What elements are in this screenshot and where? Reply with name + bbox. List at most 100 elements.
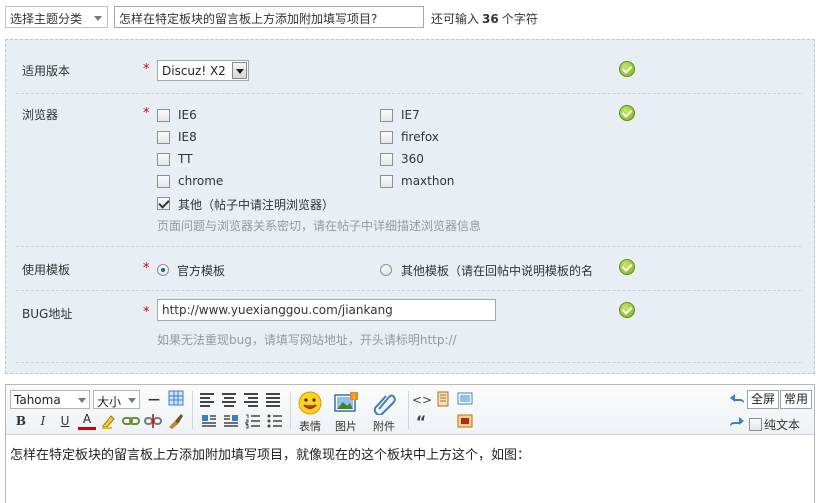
version-select[interactable]: Discuz! X2 <box>157 60 249 81</box>
toolbar-separator <box>290 391 291 429</box>
redo-icon[interactable] <box>728 414 746 432</box>
checkbox-ie8[interactable] <box>157 131 170 144</box>
remaining-prefix: 还可输入 <box>431 12 480 26</box>
version-select-value: Discuz! X2 <box>162 64 226 78</box>
checkbox-chrome[interactable] <box>157 175 170 188</box>
bug-url-input[interactable]: http://www.yuexianggou.com/jiankang <box>157 299 496 321</box>
required-mark: * <box>143 62 150 77</box>
chevron-down-icon[interactable] <box>232 62 247 79</box>
checkbox-ie6-label: IE6 <box>178 108 197 122</box>
checkbox-maxthon[interactable] <box>380 175 393 188</box>
undo-icon[interactable] <box>728 391 746 409</box>
remaining-count: 36 <box>482 12 499 26</box>
toolbar-separator <box>192 391 193 429</box>
required-mark: * <box>143 305 150 320</box>
toolbar-separator <box>408 391 409 429</box>
quote-button[interactable]: “ <box>412 413 430 431</box>
html-icon[interactable] <box>434 391 452 409</box>
checkbox-ie7[interactable] <box>380 109 393 122</box>
chevron-down-icon <box>78 398 86 403</box>
unlink-icon[interactable] <box>144 412 162 430</box>
radio-official-template-label: 官方模板 <box>177 264 226 278</box>
font-select[interactable]: Tahoma <box>10 390 90 409</box>
float-right-icon[interactable] <box>222 413 240 431</box>
align-center-icon[interactable] <box>222 391 236 409</box>
editor-toolbar: Tahoma 大小 — B I U A 表情 i 图片 附件 <> “ 全屏 常… <box>6 385 814 435</box>
post-editor: Tahoma 大小 — B I U A 表情 i 图片 附件 <> “ 全屏 常… <box>5 384 815 503</box>
checkbox-maxthon-label: maxthon <box>401 174 455 188</box>
fullscreen-button[interactable]: 全屏 <box>747 390 780 409</box>
remaining-chars: 还可输入 36 个字符 <box>431 10 538 27</box>
media-icon[interactable] <box>456 413 474 431</box>
remaining-suffix: 个字符 <box>501 12 538 26</box>
underline-button[interactable]: U <box>56 412 74 430</box>
browser-label: 浏览器 <box>22 108 59 122</box>
paperclip-icon <box>373 394 396 415</box>
common-button[interactable]: 常用 <box>780 390 813 409</box>
checkbox-tt-label: TT <box>178 152 193 166</box>
float-left-icon[interactable] <box>200 413 218 431</box>
required-mark: * <box>143 106 150 121</box>
ordered-list-icon[interactable] <box>244 413 262 431</box>
checkbox-360-label: 360 <box>401 152 424 166</box>
radio-official-template[interactable] <box>157 264 169 276</box>
editor-content[interactable]: 怎样在特定板块的留言板上方添加附加填写项目，就像现在的这个板块中上方这个，如图： <box>10 444 530 463</box>
checkbox-other-label: 其他（帖子中请注明浏览器） <box>178 198 335 212</box>
code-icon[interactable]: <> <box>412 391 432 409</box>
checkbox-other[interactable] <box>157 197 170 210</box>
table-icon[interactable] <box>167 390 185 408</box>
bug-url-row: BUG地址 * http://www.yuexianggou.com/jiank… <box>16 291 801 363</box>
chevron-down-icon <box>94 16 102 21</box>
bug-url-hint: 如果无法重现bug，请填写网站地址，开头请标明http:// <box>157 333 457 347</box>
size-select-value: 大小 <box>97 395 122 409</box>
size-select[interactable]: 大小 <box>93 390 140 409</box>
bold-button[interactable]: B <box>12 412 30 430</box>
version-label: 适用版本 <box>22 64 71 78</box>
highlight-icon[interactable] <box>100 412 118 430</box>
font-select-value: Tahoma <box>14 393 61 407</box>
font-color-button[interactable]: A <box>78 412 96 430</box>
image-button[interactable]: i 图片 <box>330 391 362 433</box>
image-icon: i <box>334 392 358 412</box>
bug-url-label: BUG地址 <box>22 307 73 321</box>
title-input[interactable]: 怎样在特定板块的留言板上方添加附加填写项目? <box>114 6 424 28</box>
align-left-icon[interactable] <box>200 391 214 409</box>
topic-header: 选择主题分类 怎样在特定板块的留言板上方添加附加填写项目? 还可输入 36 个字符 <box>5 6 820 30</box>
template-label: 使用模板 <box>22 263 71 277</box>
flash-icon[interactable] <box>456 391 474 409</box>
radio-other-template-label: 其他模板（请在回帖中说明模板的名 <box>401 264 594 278</box>
checkbox-firefox[interactable] <box>380 131 393 144</box>
checkbox-chrome-label: chrome <box>178 174 224 188</box>
align-justify-icon[interactable] <box>266 391 280 409</box>
checkbox-ie6[interactable] <box>157 109 170 122</box>
italic-button[interactable]: I <box>34 412 52 430</box>
version-row: 适用版本 * Discuz! X2 <box>16 50 801 94</box>
link-icon[interactable] <box>122 412 140 430</box>
radio-other-template[interactable] <box>380 264 392 276</box>
plaintext-checkbox[interactable] <box>749 418 762 431</box>
category-select-value: 选择主题分类 <box>10 12 83 26</box>
check-ok-icon <box>619 105 635 121</box>
browser-row: 浏览器 * IE6 IE7 IE8 firefox TT 360 chrome … <box>16 94 801 247</box>
checkbox-tt[interactable] <box>157 153 170 166</box>
category-select[interactable]: 选择主题分类 <box>5 6 108 28</box>
extra-fields-panel: 适用版本 * Discuz! X2 浏览器 * IE6 IE7 IE8 fire… <box>5 39 815 374</box>
attachment-button[interactable]: 附件 <box>368 391 400 433</box>
horizontal-rule-icon[interactable]: — <box>145 390 163 408</box>
attachment-label: 附件 <box>373 420 395 433</box>
check-ok-icon <box>619 259 635 275</box>
svg-text:i: i <box>353 393 355 401</box>
check-ok-icon <box>619 302 635 318</box>
checkbox-ie7-label: IE7 <box>401 108 420 122</box>
plaintext-label: 纯文本 <box>764 418 801 432</box>
emoticon-button[interactable]: 表情 <box>294 391 326 433</box>
align-right-icon[interactable] <box>244 391 258 409</box>
check-ok-icon <box>619 61 635 77</box>
emoticon-label: 表情 <box>299 420 321 433</box>
required-mark: * <box>143 261 150 276</box>
unordered-list-icon[interactable] <box>266 413 284 431</box>
checkbox-360[interactable] <box>380 153 393 166</box>
clear-format-icon[interactable] <box>166 412 184 430</box>
checkbox-firefox-label: firefox <box>401 130 439 144</box>
image-label: 图片 <box>335 420 357 433</box>
